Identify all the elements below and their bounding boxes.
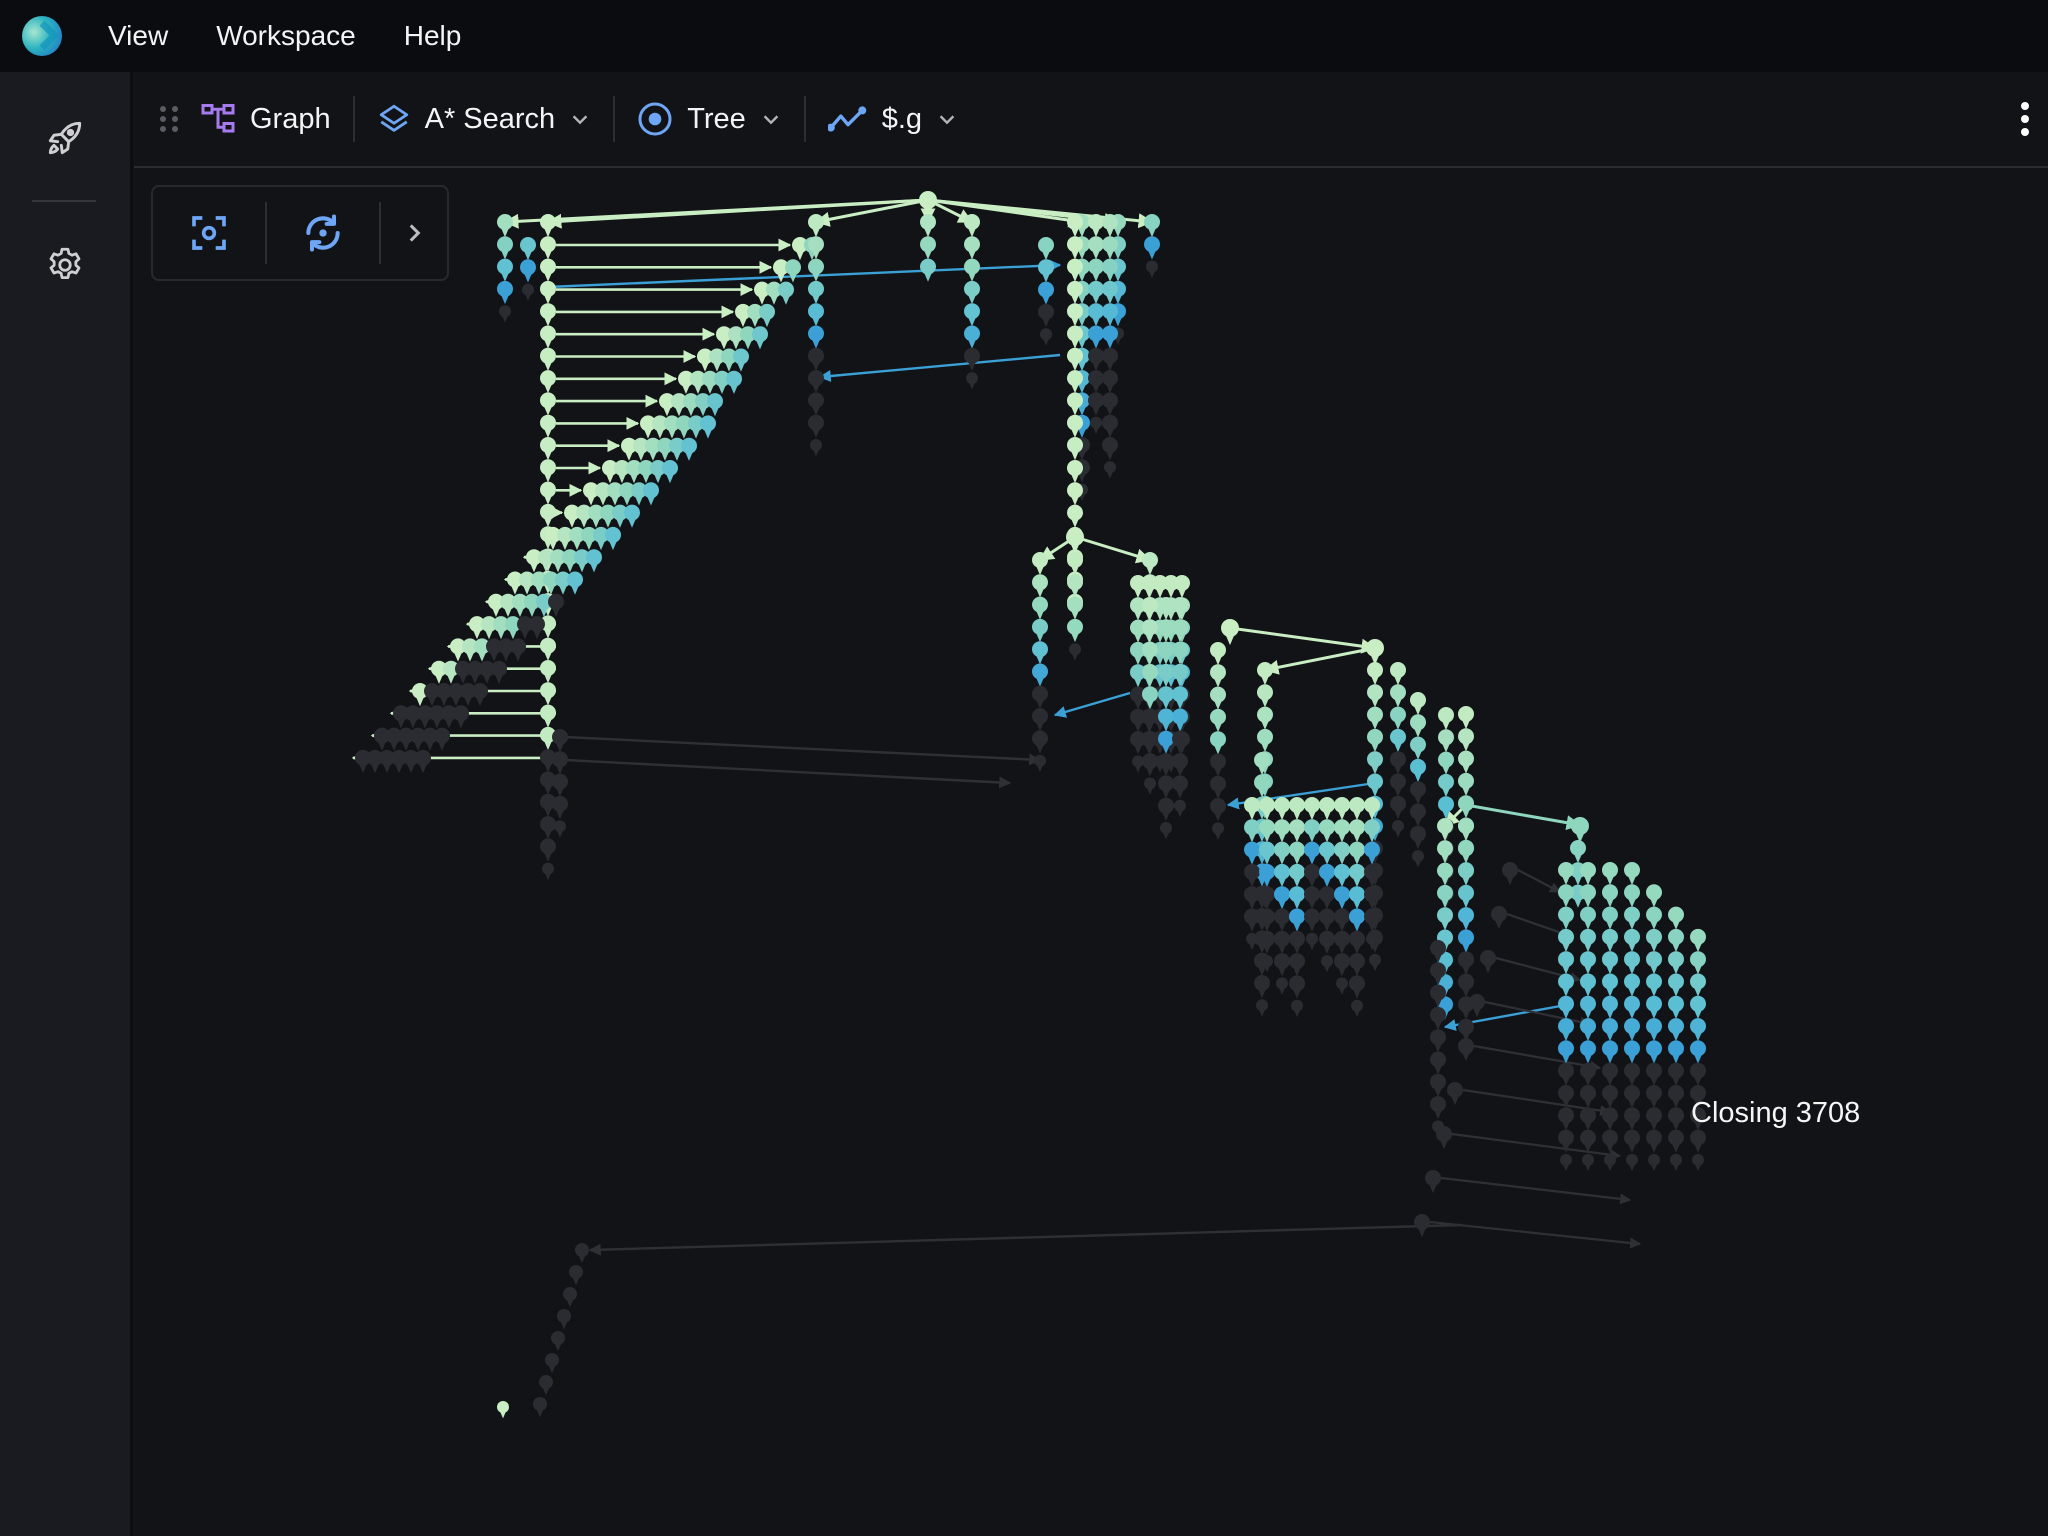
expand-tools-button[interactable] — [381, 187, 447, 279]
view-tools-panel — [151, 185, 449, 281]
hover-node-label: Closing 3708 — [1691, 1097, 1861, 1129]
metric-select[interactable]: $.g — [827, 72, 958, 166]
sidebar-item-settings[interactable] — [40, 240, 90, 290]
rotate-view-icon — [306, 214, 340, 252]
graph-label: Graph — [250, 102, 331, 135]
graph-view-tab[interactable]: Graph — [200, 72, 331, 166]
chevron-down-icon — [939, 115, 955, 125]
layers-icon — [379, 104, 408, 132]
line-chart-icon — [827, 106, 867, 132]
drag-handle-icon[interactable] — [160, 106, 178, 132]
layout-select[interactable]: Tree — [637, 72, 782, 166]
layout-label: Tree — [687, 102, 746, 135]
rocket-icon — [48, 121, 82, 155]
chevron-down-icon — [763, 115, 779, 125]
chevron-right-icon — [409, 224, 421, 242]
gear-icon — [49, 247, 81, 279]
toolbar-divider — [352, 96, 355, 142]
toolbar-divider — [613, 96, 616, 142]
toolbar-divider — [803, 96, 806, 142]
reset-view-button[interactable] — [267, 187, 379, 279]
menu-view[interactable]: View — [108, 20, 168, 52]
metric-label: $.g — [881, 102, 923, 135]
app-logo[interactable] — [22, 16, 62, 56]
sidebar-item-launch[interactable] — [40, 113, 90, 163]
algorithm-label: A* Search — [424, 102, 556, 135]
target-icon — [638, 102, 672, 136]
menu-bar: View Workspace Help — [0, 0, 2048, 72]
more-options-icon[interactable] — [2018, 102, 2032, 136]
menu-help[interactable]: Help — [404, 20, 462, 52]
chevron-down-icon — [572, 115, 588, 125]
menu-workspace[interactable]: Workspace — [216, 20, 356, 52]
focus-frame-icon — [192, 216, 226, 250]
sidebar-divider — [32, 200, 96, 202]
hierarchy-icon — [201, 104, 235, 133]
algorithm-select[interactable]: A* Search — [377, 72, 592, 166]
toolbar: Graph A* Search Tree $.g — [134, 72, 2048, 168]
sidebar — [0, 72, 133, 1536]
fit-view-button[interactable] — [153, 187, 265, 279]
